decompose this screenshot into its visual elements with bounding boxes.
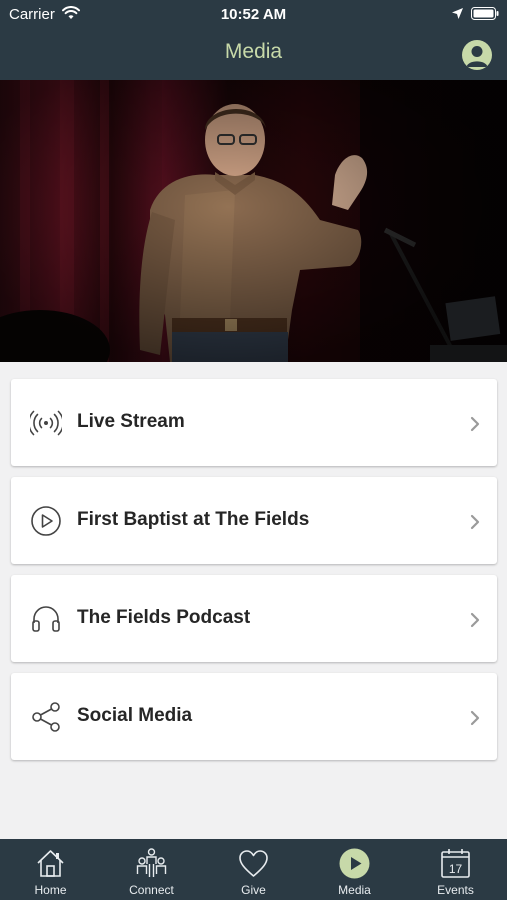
nav-bar: Media — [0, 30, 507, 80]
tab-media-label: Media — [338, 883, 371, 897]
social-media-item[interactable]: Social Media — [11, 673, 497, 760]
tab-media[interactable]: Media — [304, 839, 405, 900]
chevron-right-icon — [470, 710, 480, 726]
share-icon — [32, 702, 60, 732]
speaker-photo — [0, 80, 507, 362]
user-circle-icon — [466, 46, 488, 67]
people-icon — [136, 848, 167, 877]
live-stream-item[interactable]: Live Stream — [11, 379, 497, 466]
tab-home[interactable]: Home — [0, 839, 101, 900]
tab-connect[interactable]: Connect — [101, 839, 202, 900]
podcast-item[interactable]: The Fields Podcast — [11, 575, 497, 662]
calendar-icon: 17 — [441, 849, 470, 878]
tab-events[interactable]: 17 Events — [405, 839, 506, 900]
sermons-item[interactable]: First Baptist at The Fields — [11, 477, 497, 564]
podcast-label: The Fields Podcast — [77, 607, 251, 628]
tab-give-label: Give — [241, 883, 266, 897]
location-arrow-icon — [452, 8, 463, 19]
media-menu: Live Stream First Baptist at The Fields … — [11, 379, 497, 771]
hero-image — [0, 80, 507, 362]
battery-icon — [471, 7, 499, 20]
chevron-right-icon — [470, 612, 480, 628]
heart-icon — [239, 850, 268, 877]
tab-bar: Home Connect Give Media 17 Events — [0, 839, 507, 900]
status-bar: Carrier 10:52 AM — [0, 0, 507, 30]
play-circle-icon — [339, 848, 370, 879]
chevron-right-icon — [470, 514, 480, 530]
calendar-day: 17 — [449, 862, 463, 876]
status-time: 10:52 AM — [220, 6, 287, 23]
page-title: Media — [224, 40, 283, 63]
tab-give[interactable]: Give — [203, 839, 304, 900]
tab-events-label: Events — [437, 883, 474, 897]
social-media-label: Social Media — [77, 705, 193, 726]
headphones-icon — [32, 606, 60, 632]
profile-button[interactable] — [462, 40, 492, 70]
sermons-label: First Baptist at The Fields — [77, 509, 310, 530]
tab-home-label: Home — [34, 883, 67, 897]
home-icon — [37, 850, 64, 877]
chevron-right-icon — [470, 416, 480, 432]
broadcast-icon — [30, 410, 62, 436]
play-circle-icon — [31, 506, 61, 536]
live-stream-label: Live Stream — [77, 411, 185, 432]
tab-connect-label: Connect — [129, 883, 174, 897]
